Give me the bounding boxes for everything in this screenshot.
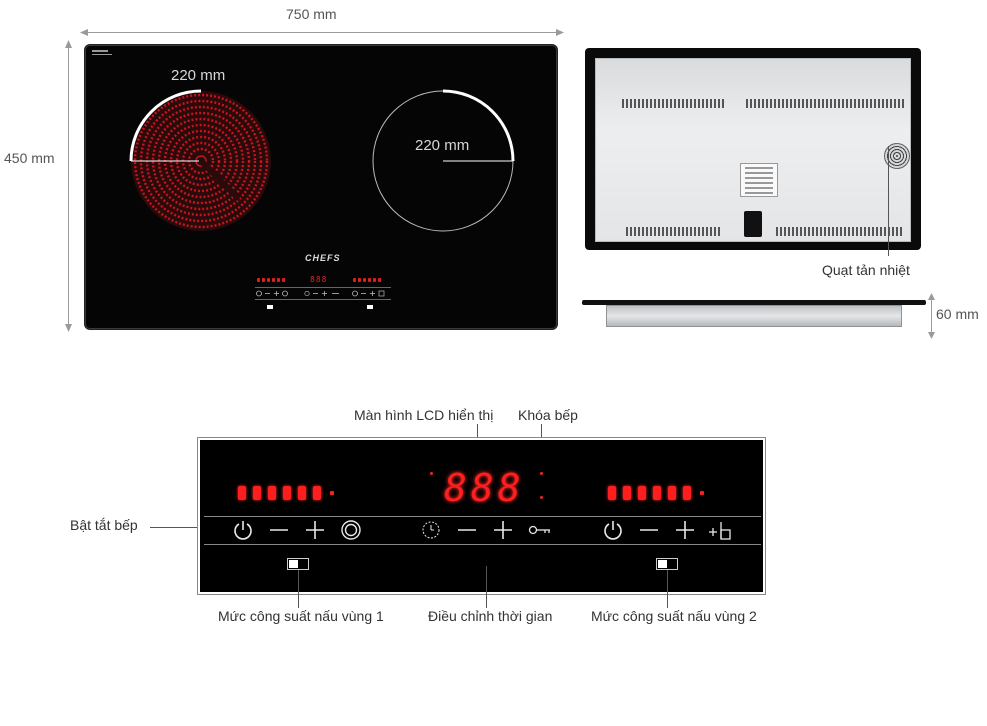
zone2-power-icon[interactable] <box>602 519 624 541</box>
mini-panel-rule-bottom <box>255 299 391 300</box>
mini-left-power-bars <box>257 278 285 282</box>
depth-label: 60 mm <box>936 306 979 322</box>
zone2-callout-line <box>667 570 668 608</box>
fan-callout-line <box>888 146 889 256</box>
metal-housing-side <box>606 305 902 327</box>
panel-rule-top <box>204 516 761 517</box>
lcd-display: 888 <box>444 466 525 510</box>
right-zone-diameter-label: 220 mm <box>415 137 470 154</box>
left-zone-diameter-label: 220 mm <box>171 67 226 84</box>
timer-callout-line <box>486 566 487 608</box>
hob-brand-logo: CHEFS <box>305 253 341 263</box>
zone1-minus-icon[interactable] <box>268 519 290 541</box>
bottom-vents-left <box>626 227 720 236</box>
mini-control-icons <box>256 290 385 297</box>
lcd-callout: Màn hình LCD hiển thị <box>354 407 494 423</box>
hob-side-profile <box>582 300 926 330</box>
right-cooking-zone <box>372 89 515 232</box>
fan-callout: Quạt tản nhiệt <box>822 262 910 278</box>
panel-rule-bottom <box>204 544 761 545</box>
timer-plus-icon[interactable] <box>492 519 514 541</box>
mini-switch-left <box>267 305 273 309</box>
mini-right-power-bars <box>353 278 381 282</box>
underside-metal-plate <box>595 58 911 242</box>
hob-underside-view <box>585 48 921 250</box>
lcd-left-dot <box>430 472 433 475</box>
zone1-callout-line <box>298 570 299 608</box>
lcd-right-dot-bottom <box>540 496 543 499</box>
bottom-vents-right <box>776 227 902 236</box>
zone-ring-icon[interactable] <box>340 519 362 541</box>
zone2-plus-icon[interactable] <box>674 519 696 541</box>
timer-minus-icon[interactable] <box>456 519 478 541</box>
zone2-indicator-switch <box>656 558 678 570</box>
brand-logo-mark <box>92 50 112 55</box>
key-icon[interactable] <box>528 519 552 541</box>
lock-callout: Khóa bếp <box>518 407 578 423</box>
zone1-plus-icon[interactable] <box>304 519 326 541</box>
mini-lcd: 888 <box>310 275 328 284</box>
top-vents-right <box>746 99 904 108</box>
power-cord-plug <box>744 211 762 237</box>
clock-icon[interactable] <box>420 519 442 541</box>
height-arrowheads <box>65 40 72 332</box>
zone1-power-level-bars <box>238 486 334 500</box>
hob-top-view: 220 mm 220 mm CHEFS 888 <box>84 44 558 330</box>
top-vents-left <box>622 99 724 108</box>
zone1-power-icon[interactable] <box>232 519 254 541</box>
lcd-right-dot-top <box>540 472 543 475</box>
rating-label-sticker <box>740 163 778 197</box>
zone1-indicator-switch <box>287 558 309 570</box>
mini-panel-rule-top <box>255 287 391 288</box>
width-arrowheads <box>80 29 564 36</box>
hob-mini-control-panel: 888 <box>255 275 391 309</box>
mini-switch-right <box>367 305 373 309</box>
brand-mark <box>92 49 114 59</box>
width-label: 750 mm <box>286 6 337 22</box>
height-label: 450 mm <box>4 150 55 166</box>
zone1-callout: Mức công suất nấu vùng 1 <box>218 608 384 624</box>
zone2-power-level-bars <box>608 486 704 500</box>
power-callout: Bật tắt bếp <box>70 517 138 533</box>
zone2-minus-icon[interactable] <box>638 519 660 541</box>
control-panel-detail: 888 <box>197 437 766 595</box>
timer-callout: Điều chỉnh thời gian <box>428 608 553 624</box>
zone2-callout: Mức công suất nấu vùng 2 <box>591 608 757 624</box>
left-cooking-zone <box>129 89 271 231</box>
boost-icon[interactable] <box>708 519 734 541</box>
